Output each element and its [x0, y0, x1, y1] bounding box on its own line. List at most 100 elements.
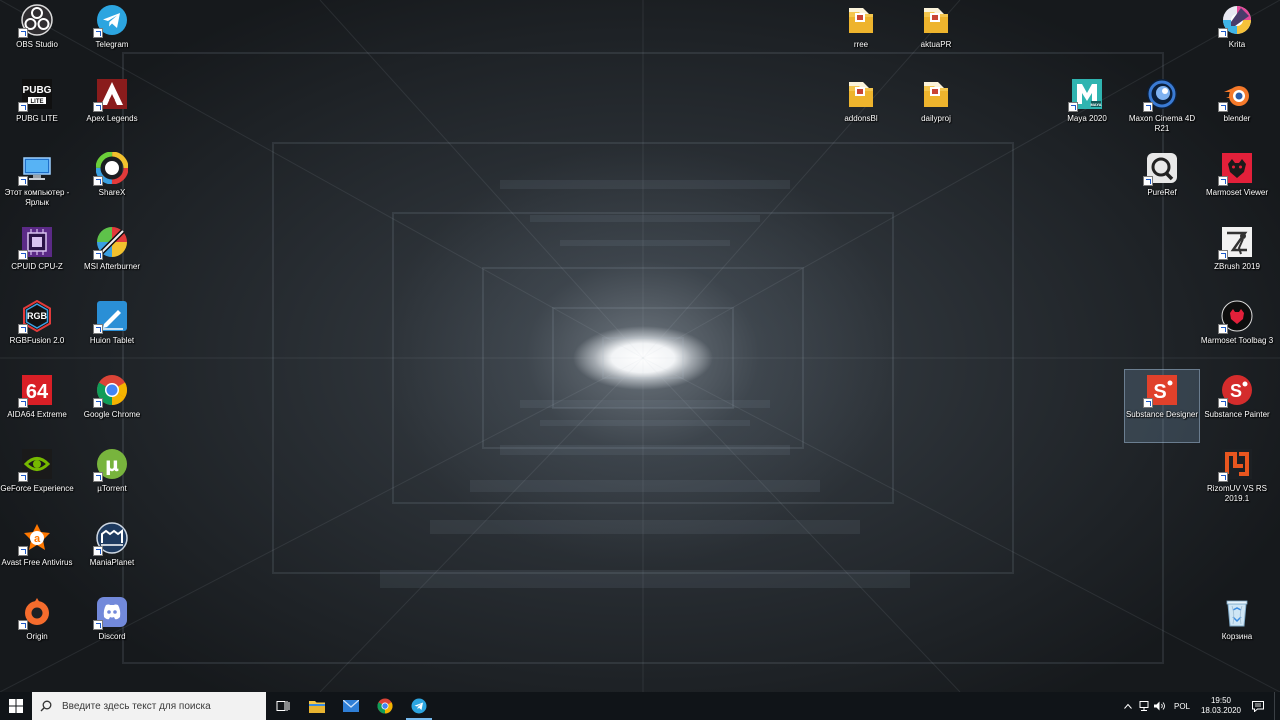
folder-icon [845, 4, 877, 36]
desktop-icon-chrome[interactable]: Google Chrome [75, 370, 149, 442]
svg-text:RGB: RGB [27, 311, 48, 321]
language-indicator[interactable]: POL [1168, 692, 1196, 720]
shortcut-arrow-icon [1143, 102, 1153, 112]
shortcut-arrow-icon [93, 324, 103, 334]
blender-icon [1218, 78, 1253, 112]
desktop-icon-telegram[interactable]: Telegram [75, 0, 149, 72]
shortcut-arrow-icon [18, 472, 28, 482]
desktop-icon-label: blender [1223, 114, 1251, 123]
desktop-icon-label: µTorrent [97, 484, 127, 493]
desktop-icon-cinema4d[interactable]: Maxon Cinema 4D R21 [1125, 74, 1199, 146]
desktop-icon-maya[interactable]: MAYA Maya 2020 [1050, 74, 1124, 146]
desktop-icon-label: Discord [98, 632, 126, 641]
desktop-icon-rizomuv[interactable]: RizomUV VS RS 2019.1 [1200, 444, 1274, 516]
telegram-icon [93, 4, 128, 38]
sharex-icon [93, 152, 128, 186]
shortcut-arrow-icon [1143, 398, 1153, 408]
svg-text:PUBG: PUBG [23, 85, 52, 96]
task-view-button[interactable] [266, 692, 300, 720]
desktop-icon-blender[interactable]: blender [1200, 74, 1274, 146]
desktop-icon-label: Krita [1228, 40, 1246, 49]
search-input[interactable] [60, 699, 244, 713]
shortcut-arrow-icon [18, 546, 28, 556]
desktop-icon-apex[interactable]: Apex Legends [75, 74, 149, 146]
desktop-icon-afterburner[interactable]: MSI Afterburner [75, 222, 149, 294]
svg-text:S: S [1230, 381, 1242, 401]
show-hidden-icons-button[interactable] [1120, 692, 1136, 720]
desktop-icon-maniaplanet[interactable]: ManiaPlanet [75, 518, 149, 590]
maya-icon: MAYA [1068, 78, 1103, 112]
desktop-icon-zbrush[interactable]: ZBrush 2019 [1200, 222, 1274, 294]
desktop-icon-label: aktuaPR [920, 40, 952, 49]
pubg-icon: PUBG LITE [18, 78, 53, 112]
network-button[interactable] [1136, 692, 1152, 720]
taskbar: POL 19:50 18.03.2020 [0, 692, 1280, 720]
desktop-icon-label: ManiaPlanet [89, 558, 135, 567]
telegram-taskbar-button[interactable] [402, 692, 436, 720]
action-center-button[interactable] [1246, 692, 1270, 720]
recycle-bin-icon [1221, 596, 1253, 628]
desktop-icon-origin[interactable]: Origin [0, 592, 74, 664]
chevron-up-icon [1124, 703, 1132, 709]
shortcut-arrow-icon [18, 620, 28, 630]
desktop-icon-utorrent[interactable]: µ µTorrent [75, 444, 149, 516]
shortcut-arrow-icon [93, 546, 103, 556]
desktop-icon-label: Substance Painter [1204, 410, 1270, 419]
cinema4d-icon [1143, 78, 1178, 112]
desktop-icon-rree[interactable]: rree [824, 0, 898, 72]
desktop-icon-marmosettoolbag[interactable]: Marmoset Toolbag 3 [1200, 296, 1274, 368]
shortcut-arrow-icon [93, 250, 103, 260]
chrome-icon [377, 698, 393, 714]
desktop-icon-thispc[interactable]: Этот компьютер - Ярлык [0, 148, 74, 220]
desktop-icon-sharex[interactable]: ShareX [75, 148, 149, 220]
desktop-icon-aida64[interactable]: 64 AIDA64 Extreme [0, 370, 74, 442]
file-explorer-button[interactable] [300, 692, 334, 720]
desktop-icon-label: Telegram [95, 40, 129, 49]
desktop-icon-rgbfusion[interactable]: RGB RGBFusion 2.0 [0, 296, 74, 368]
desktop-icon-label: ZBrush 2019 [1214, 262, 1260, 271]
taskbar-search-box[interactable] [32, 692, 266, 720]
desktop-icon-pubg[interactable]: PUBG LITE PUBG LITE [0, 74, 74, 146]
shortcut-arrow-icon [18, 102, 28, 112]
chrome-taskbar-button[interactable] [368, 692, 402, 720]
desktop-icon-obs[interactable]: OBS Studio [0, 0, 74, 72]
clock[interactable]: 19:50 18.03.2020 [1196, 692, 1246, 720]
desktop-icon-substancedesigner[interactable]: S Substance Designer [1124, 369, 1200, 443]
desktop-icon-label: ShareX [98, 188, 126, 197]
desktop-icon-addonsbl[interactable]: addonsBl [824, 74, 898, 146]
desktop-icon-aktuapr[interactable]: aktuaPR [899, 0, 973, 72]
volume-button[interactable] [1152, 692, 1168, 720]
system-tray: POL 19:50 18.03.2020 [1120, 692, 1280, 720]
desktop-icon-pureref[interactable]: PureRef [1125, 148, 1199, 220]
shortcut-arrow-icon [18, 398, 28, 408]
desktop-icon-cpuz[interactable]: CPUID CPU-Z [0, 222, 74, 294]
desktop-icon-marmosetviewer[interactable]: Marmoset Viewer [1200, 148, 1274, 220]
show-desktop-button[interactable] [1274, 692, 1280, 720]
desktop-icon-label: Avast Free Antivirus [1, 558, 73, 567]
desktop-icon-label: addonsBl [844, 114, 878, 123]
mail-button[interactable] [334, 692, 368, 720]
desktop-icon-krita[interactable]: Krita [1200, 0, 1274, 72]
apex-icon [93, 78, 128, 112]
desktop-icon-avast[interactable]: a Avast Free Antivirus [0, 518, 74, 590]
start-button[interactable] [0, 692, 32, 720]
desktop-icon-label: RizomUV VS RS 2019.1 [1206, 484, 1267, 503]
shortcut-arrow-icon [93, 620, 103, 630]
desktop-icon-recyclebin[interactable]: Корзина [1200, 592, 1274, 664]
network-icon [1139, 701, 1149, 711]
shortcut-arrow-icon [18, 28, 28, 38]
desktop-icon-label: RGBFusion 2.0 [9, 336, 65, 345]
clock-time: 19:50 [1210, 696, 1232, 705]
desktop-icon-dailyproj[interactable]: dailyproj [899, 74, 973, 146]
aida64-icon: 64 [18, 374, 53, 408]
shortcut-arrow-icon [93, 176, 103, 186]
origin-icon [18, 596, 53, 630]
desktop-icon-discord[interactable]: Discord [75, 592, 149, 664]
desktop-icon-substancepainter[interactable]: S Substance Painter [1200, 370, 1274, 442]
windows-logo-icon [9, 699, 23, 713]
search-icon [40, 700, 52, 712]
shortcut-arrow-icon [1218, 250, 1228, 260]
desktop-icon-geforce[interactable]: GeForce Experience [0, 444, 74, 516]
shortcut-arrow-icon [1218, 176, 1228, 186]
desktop-icon-huion[interactable]: Huion Tablet [75, 296, 149, 368]
